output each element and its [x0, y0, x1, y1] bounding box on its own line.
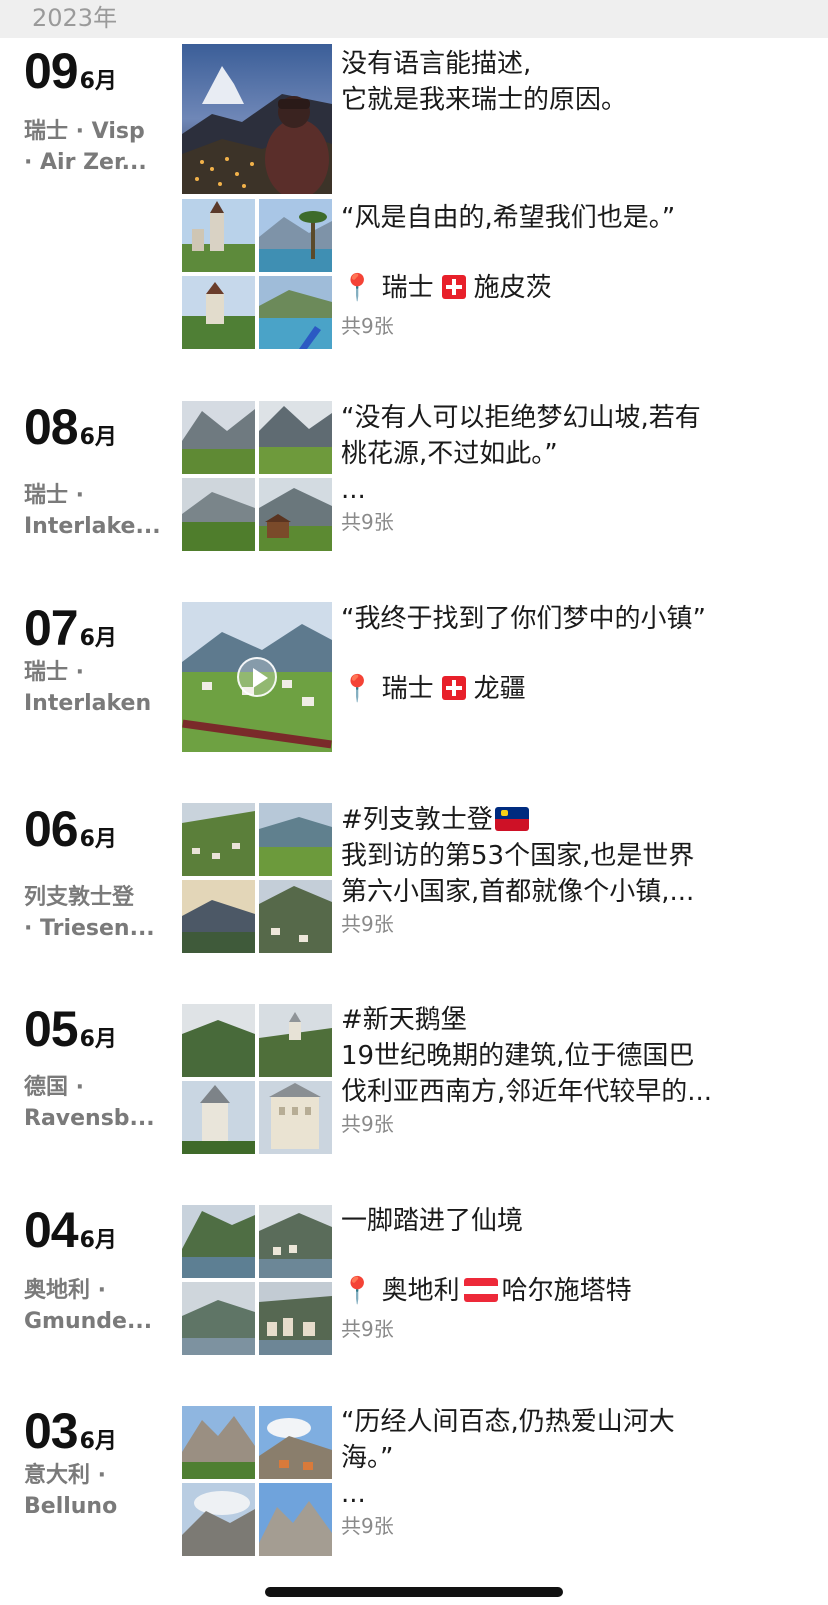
photo-count: 共9张 — [341, 510, 394, 534]
entry-day: 04 — [24, 1202, 79, 1258]
chalet-photo — [259, 478, 332, 551]
map-pin-icon: 📍 — [341, 1276, 374, 1306]
lakeside-village-photo — [259, 1205, 332, 1278]
photo-count: 共9张 — [341, 1514, 394, 1538]
photo-grid[interactable] — [182, 1205, 332, 1355]
photo-grid[interactable] — [182, 401, 332, 551]
entry-date: 046月 — [24, 1201, 117, 1259]
castle-towers-photo — [182, 1081, 255, 1154]
year-header: 2023年 — [0, 0, 828, 38]
entry-month: 6月 — [79, 1027, 117, 1052]
forest-hills-photo — [182, 1004, 255, 1077]
entry-caption: “历经人间百态,仍热爱山河大 海。” ... 共9张 — [341, 1404, 811, 1540]
alpine-valley-photo — [259, 401, 332, 474]
entry-date: 066月 — [24, 800, 117, 858]
entry-month: 6月 — [79, 1429, 117, 1454]
entry-location: 瑞士 · Interlake... — [24, 483, 161, 539]
place-tag[interactable]: 📍 奥地利 哈尔施塔特 — [341, 1273, 811, 1309]
mountain-village-photo — [259, 1406, 332, 1479]
entry-caption: #新天鹅堡 19世纪晚期的建筑,位于德国巴 伐利亚西南方,邻近年代较早的... … — [341, 1002, 811, 1138]
photo-count: 共9张 — [341, 1317, 394, 1341]
entry-date: 086月 — [24, 398, 117, 456]
entry-day: 05 — [24, 1001, 79, 1057]
entry-date: 076月 — [24, 599, 117, 657]
entry-caption: 没有语言能描述, 它就是我来瑞士的原因。 — [341, 49, 628, 115]
flag-austria-icon — [463, 1278, 498, 1302]
place-tag[interactable]: 📍 瑞士 施皮茨 — [341, 270, 811, 306]
entry-day: 06 — [24, 801, 79, 857]
valley-town-photo — [259, 803, 332, 876]
entry-day: 07 — [24, 600, 79, 656]
mountain-village-night-photo — [182, 44, 332, 194]
entry-month: 6月 — [79, 69, 117, 94]
entry-location: 列支敦士登 · Triesen... — [24, 885, 155, 941]
video-thumbnail[interactable] — [182, 602, 332, 752]
entry-location: 奥地利 · Gmunde... — [24, 1278, 153, 1334]
entry-day: 08 — [24, 399, 79, 455]
mountain-houses-photo — [259, 880, 332, 953]
sunset-valley-photo — [182, 880, 255, 953]
photo-grid[interactable] — [182, 1004, 332, 1154]
entry-month: 6月 — [79, 827, 117, 852]
hillside-town-photo — [182, 803, 255, 876]
entry-month: 6月 — [79, 425, 117, 450]
year-label: 2023年 — [32, 4, 118, 32]
entry-month: 6月 — [79, 626, 117, 651]
place-tag[interactable]: 📍 瑞士 龙疆 — [341, 671, 811, 707]
photo-grid[interactable] — [182, 803, 332, 953]
flag-switzerland-icon — [441, 275, 466, 299]
misty-lake-photo — [182, 1282, 255, 1355]
entry-caption: #列支敦士登 我到访的第53个国家,也是世界 第六小国家,首都就像个小镇,...… — [341, 802, 811, 938]
home-indicator[interactable] — [265, 1587, 563, 1597]
castle-facade-photo — [259, 1081, 332, 1154]
entry-day: 09 — [24, 43, 79, 99]
entry-location: 德国 · Ravensb... — [24, 1075, 155, 1131]
entry-caption: “没有人可以拒绝梦幻山坡,若有 桃花源,不过如此。” ... 共9张 — [341, 400, 811, 536]
castle-distant-photo — [259, 1004, 332, 1077]
castle-photo — [182, 199, 255, 272]
entry-location: 意大利 · Belluno — [24, 1463, 118, 1519]
hallstatt-houses-photo — [259, 1282, 332, 1355]
entry-caption: “风是自由的,希望我们也是。” 📍 瑞士 施皮茨 共9张 — [341, 200, 811, 340]
entry-day: 03 — [24, 1403, 79, 1459]
map-pin-icon: 📍 — [341, 674, 374, 704]
photo-grid[interactable] — [182, 1406, 332, 1556]
castle-meadow-photo — [182, 276, 255, 349]
entry-date: 036月 — [24, 1402, 117, 1460]
entry-caption: 一脚踏进了仙境 📍 奥地利 哈尔施塔特 共9张 — [341, 1203, 811, 1343]
entry-month: 6月 — [79, 1228, 117, 1253]
photo-count: 共9张 — [341, 1112, 394, 1136]
map-pin-icon: 📍 — [341, 273, 374, 303]
flag-switzerland-icon — [441, 676, 466, 700]
rocky-summit-photo — [259, 1483, 332, 1556]
photo-thumbnail[interactable] — [182, 44, 332, 194]
lake-village-slide-photo — [259, 276, 332, 349]
photo-count: 共9张 — [341, 912, 394, 936]
dolomites-peak-photo — [182, 1406, 255, 1479]
flag-liechtenstein-icon — [494, 807, 529, 831]
entry-date: 056月 — [24, 1000, 117, 1058]
lake-mountain-photo — [182, 1205, 255, 1278]
photo-count: 共9张 — [341, 314, 394, 338]
play-icon[interactable] — [237, 657, 277, 697]
lakeside-palm-photo — [259, 199, 332, 272]
alpine-slope-photo — [182, 401, 255, 474]
entry-location: 瑞士 · Interlaken — [24, 660, 152, 716]
cloudy-peaks-photo — [182, 1483, 255, 1556]
entry-date: 096月 — [24, 42, 117, 100]
photo-grid[interactable] — [182, 199, 332, 349]
entry-caption: “我终于找到了你们梦中的小镇” 📍 瑞士 龙疆 — [341, 601, 811, 707]
entry-location: 瑞士 · Visp · Air Zer... — [24, 119, 147, 175]
grassy-hill-photo — [182, 478, 255, 551]
